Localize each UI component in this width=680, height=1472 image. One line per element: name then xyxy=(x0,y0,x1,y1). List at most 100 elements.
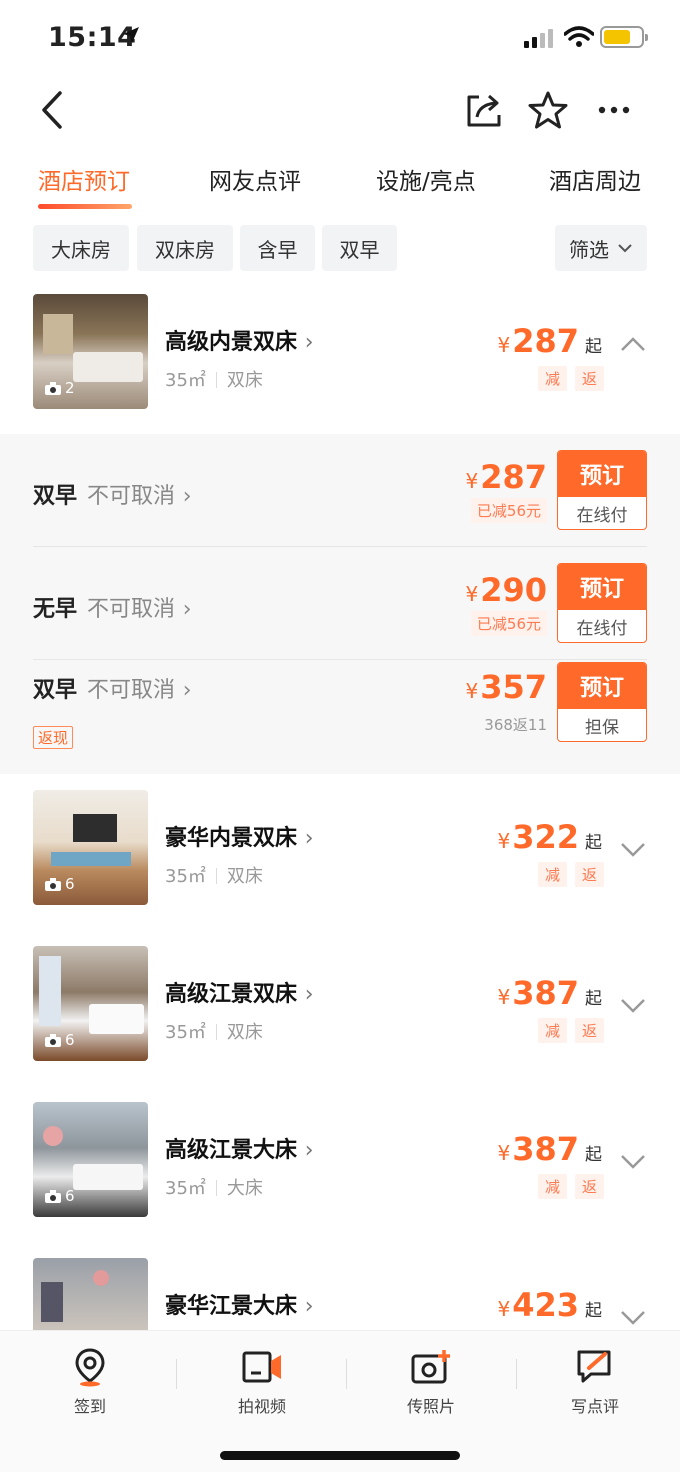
price-from: 起 xyxy=(585,1301,602,1321)
price-currency: ¥ xyxy=(497,985,511,1009)
video-camera-icon xyxy=(242,1351,281,1383)
share-button[interactable] xyxy=(460,86,508,134)
payment-type: 在线付 xyxy=(576,506,628,526)
cashback-tag: 返 xyxy=(574,366,604,391)
room-name[interactable]: 高级江景双床 › xyxy=(165,976,314,1008)
photo-count-value: 2 xyxy=(65,379,75,397)
filter-button[interactable]: 筛选 xyxy=(555,225,647,271)
upload-photo-button[interactable]: 传照片 xyxy=(381,1347,481,1417)
room-price: ¥387 起 xyxy=(497,1130,602,1168)
home-indicator xyxy=(220,1451,460,1460)
tab-hotel-booking[interactable]: 酒店预订 xyxy=(38,162,130,196)
room-meta: 35㎡ 双床 xyxy=(165,366,263,392)
back-button[interactable] xyxy=(28,86,76,134)
rate-plan-row[interactable]: 双早 不可取消 › ¥287 已减56元 预订 在线付 xyxy=(33,434,647,547)
rate-plan-name[interactable]: 双早 不可取消 › xyxy=(33,478,192,510)
record-video-button[interactable]: 拍视频 xyxy=(212,1347,312,1417)
room-bed: 双床 xyxy=(226,866,263,887)
room-name[interactable]: 高级内景双床 › xyxy=(165,324,314,356)
filter-button-label: 筛选 xyxy=(569,237,609,262)
rate-price: ¥290 xyxy=(465,571,547,609)
room-photo[interactable]: 6 xyxy=(33,946,148,1061)
location-pin-icon xyxy=(75,1348,105,1387)
room-row[interactable]: 2 高级内景双床 › 35㎡ 双床 ¥287 起 减返 xyxy=(0,294,680,424)
section-tabs: 酒店预订 网友点评 设施/亮点 酒店周边 xyxy=(0,150,680,214)
price-currency: ¥ xyxy=(465,582,479,606)
price-value: 287 xyxy=(480,458,547,496)
check-in-button[interactable]: 签到 xyxy=(40,1347,140,1417)
price-from: 起 xyxy=(585,337,602,357)
book-button[interactable]: 预订 在线付 xyxy=(557,450,647,530)
camera-icon xyxy=(45,1189,61,1203)
book-label: 预订 xyxy=(558,451,646,497)
room-price: ¥423 起 xyxy=(497,1286,602,1324)
bottom-action-bar: 签到 拍视频 传照片 写点评 xyxy=(0,1330,680,1472)
room-photo[interactable]: 6 xyxy=(33,1102,148,1217)
room-area: 35㎡ xyxy=(165,370,206,391)
price-currency: ¥ xyxy=(497,1141,511,1165)
room-price: ¥287 起 xyxy=(497,322,602,360)
room-meta: 35㎡ 双床 xyxy=(165,1018,263,1044)
nav-bar xyxy=(0,72,680,148)
room-row[interactable]: 6 高级江景大床 › 35㎡ 大床 ¥387 起 减返 xyxy=(0,1102,680,1232)
price-from: 起 xyxy=(585,989,602,1009)
star-icon xyxy=(528,91,568,129)
room-row[interactable]: 6 高级江景双床 › 35㎡ 双床 ¥387 起 减返 xyxy=(0,946,680,1076)
payment-type: 担保 xyxy=(585,718,619,738)
filter-chip-breakfast[interactable]: 含早 xyxy=(240,225,315,271)
write-review-button[interactable]: 写点评 xyxy=(545,1347,645,1417)
rate-plan-row[interactable]: 无早 不可取消 › ¥290 已减56元 预订 在线付 xyxy=(33,547,647,660)
add-photo-icon xyxy=(411,1350,450,1384)
room-photo[interactable]: 2 xyxy=(33,294,148,409)
room-row[interactable]: 6 豪华内景双床 › 35㎡ 双床 ¥322 起 减返 xyxy=(0,790,680,920)
discount-tag: 减 xyxy=(537,862,567,887)
chevron-down-icon[interactable] xyxy=(620,1154,646,1170)
write-review-icon xyxy=(577,1350,611,1383)
filter-chip-king-bed[interactable]: 大床房 xyxy=(33,225,129,271)
tab-facilities[interactable]: 设施/亮点 xyxy=(376,162,476,196)
price-value: 387 xyxy=(512,974,579,1012)
promo-tags: 减返 xyxy=(537,1018,604,1043)
tab-reviews[interactable]: 网友点评 xyxy=(209,162,301,196)
room-name-text: 高级江景双床 xyxy=(165,982,298,1007)
promo-tags: 减返 xyxy=(537,862,604,887)
chevron-up-icon[interactable] xyxy=(620,336,646,352)
photo-count: 6 xyxy=(45,1187,75,1205)
camera-icon xyxy=(45,1033,61,1047)
room-name[interactable]: 豪华江景大床 › xyxy=(165,1288,314,1320)
filter-chip-twin-bed[interactable]: 双床房 xyxy=(137,225,233,271)
room-name[interactable]: 高级江景大床 › xyxy=(165,1132,314,1164)
discount-note: 已减56元 xyxy=(470,498,547,523)
filter-chip-double-breakfast[interactable]: 双早 xyxy=(322,225,397,271)
promo-tags: 减返 xyxy=(537,1174,604,1199)
chevron-down-icon[interactable] xyxy=(620,1310,646,1326)
room-bed: 双床 xyxy=(226,1022,263,1043)
favorite-button[interactable] xyxy=(524,86,572,134)
book-button[interactable]: 预订 在线付 xyxy=(557,563,647,643)
breakfast-label: 双早 xyxy=(33,484,78,509)
rate-plan-name[interactable]: 无早 不可取消 › xyxy=(33,591,192,623)
tab-nearby[interactable]: 酒店周边 xyxy=(549,162,641,196)
room-bed: 双床 xyxy=(226,370,263,391)
cashback-tag: 返 xyxy=(574,862,604,887)
divider xyxy=(516,1359,517,1389)
cancel-policy: 不可取消 xyxy=(87,597,176,622)
check-in-label: 签到 xyxy=(73,1397,106,1416)
cashback-tag: 返 xyxy=(574,1018,604,1043)
photo-count: 6 xyxy=(45,875,75,893)
room-meta: 35㎡ 双床 xyxy=(165,862,263,888)
room-name-text: 高级江景大床 xyxy=(165,1138,298,1163)
divider xyxy=(176,1359,177,1389)
room-photo[interactable]: 6 xyxy=(33,790,148,905)
chevron-down-icon[interactable] xyxy=(620,998,646,1014)
discount-note: 已减56元 xyxy=(470,611,547,636)
photo-count: 6 xyxy=(45,1031,75,1049)
rate-plan-name[interactable]: 双早 不可取消 › xyxy=(33,672,192,704)
record-video-label: 拍视频 xyxy=(237,1397,286,1416)
book-button[interactable]: 预订 担保 xyxy=(557,662,647,742)
more-button[interactable] xyxy=(590,86,638,134)
chevron-down-icon[interactable] xyxy=(620,842,646,858)
rate-plan-row[interactable]: 双早 不可取消 › 返现 ¥357 368返11 预订 担保 xyxy=(33,660,647,773)
book-label: 预订 xyxy=(558,564,646,610)
room-name[interactable]: 豪华内景双床 › xyxy=(165,820,314,852)
